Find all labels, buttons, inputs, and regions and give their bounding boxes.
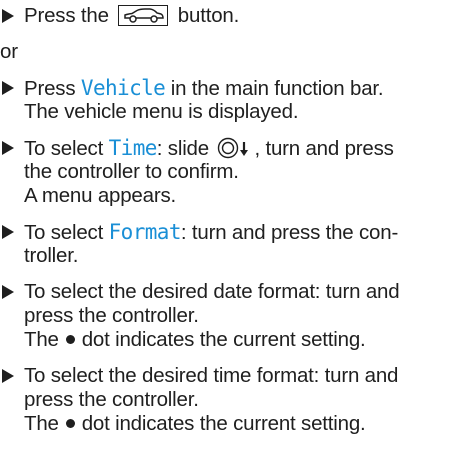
instruction-page: Press the button. or Press Vehicle in th…	[0, 0, 458, 473]
dot-icon	[65, 335, 75, 344]
step-arrow-icon	[2, 369, 14, 383]
step-result: A menu appears.	[24, 184, 176, 207]
step-continuation: troller.	[24, 244, 79, 267]
or-separator: or	[0, 40, 18, 63]
format-menu-label: Format	[108, 220, 182, 244]
step-select-format: To select Format: turn and press the con…	[0, 220, 458, 245]
step-select-date-format: To select the desired date format: turn …	[0, 280, 458, 304]
step-arrow-icon	[2, 9, 14, 23]
step-arrow-icon	[2, 225, 14, 239]
step-continuation: the controller to confirm.	[24, 160, 239, 183]
car-button-icon	[118, 5, 169, 26]
dot-icon	[65, 419, 75, 428]
step-result: The vehicle menu is displayed.	[24, 100, 299, 123]
step-result: The dot indicates the current setting.	[24, 328, 366, 351]
step-select-time-format: To select the desired time format: turn …	[0, 364, 458, 388]
step-continuation: press the controller.	[24, 304, 199, 327]
step-press-vehicle: Press Vehicle in the main function bar.	[0, 76, 458, 101]
step-arrow-icon	[2, 81, 14, 95]
step-select-time: To select Time: slide , turn and press	[0, 136, 458, 161]
controller-slide-down-icon	[217, 137, 253, 159]
step-arrow-icon	[2, 285, 14, 299]
vehicle-menu-label: Vehicle	[80, 76, 166, 100]
step-result: The dot indicates the current setting.	[24, 412, 366, 435]
step-continuation: press the controller.	[24, 388, 199, 411]
time-menu-label: Time	[108, 136, 158, 160]
step-arrow-icon	[2, 141, 14, 155]
step-press-car-button: Press the button.	[0, 4, 458, 28]
